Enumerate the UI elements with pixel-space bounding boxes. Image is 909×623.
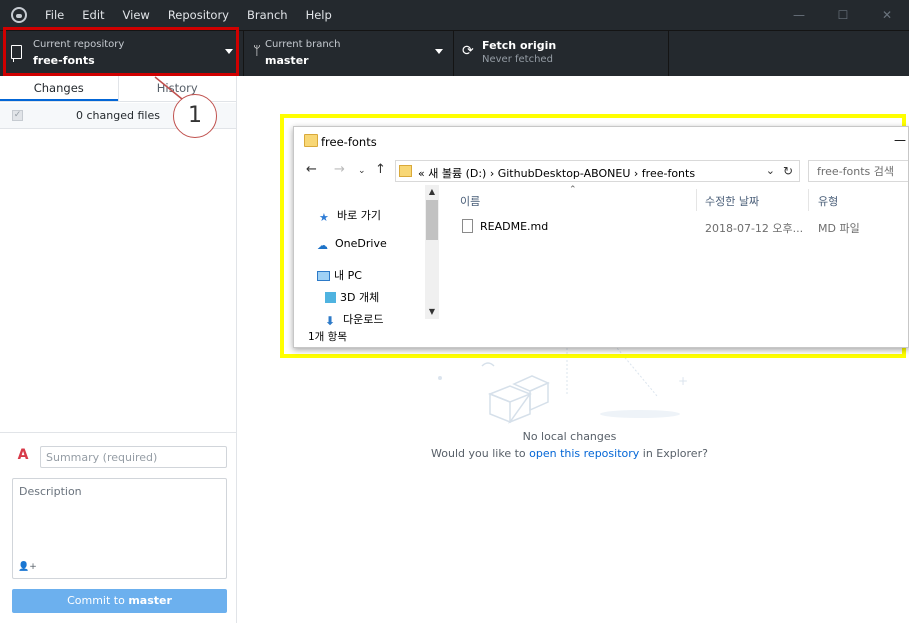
maximize-button[interactable]: ☐ — [821, 0, 865, 30]
commit-button[interactable]: Commit to master — [12, 589, 227, 613]
refresh-icon[interactable]: ↻ — [783, 164, 793, 178]
scrollbar-thumb[interactable] — [426, 200, 438, 240]
summary-input[interactable] — [40, 446, 227, 468]
explorer-search-input[interactable] — [808, 160, 908, 182]
computer-icon — [317, 271, 330, 281]
nav-item-this-pc[interactable]: 내 PC — [317, 267, 362, 283]
item-count-status: 1개 항목 — [308, 331, 347, 343]
column-name[interactable]: 이름 — [460, 193, 480, 209]
nav-item-quick-access[interactable]: ★ 바로 가기 — [319, 207, 381, 224]
highlight-box-red — [3, 27, 239, 76]
explorer-window: free-fonts — ← → ⌄ ↑ « 새 볼륨 (D:) › Githu… — [293, 126, 909, 348]
github-logo-icon — [11, 7, 27, 23]
fetch-origin-title: Fetch origin — [482, 39, 557, 52]
fetch-origin-button[interactable]: ⟳ Fetch origin Never fetched — [454, 31, 669, 76]
menu-view[interactable]: View — [114, 8, 159, 22]
add-co-author-icon[interactable]: 👤+ — [18, 562, 37, 572]
minimize-icon[interactable]: — — [894, 133, 906, 147]
title-bar: File Edit View Repository Branch Help — … — [0, 0, 909, 30]
column-type[interactable]: 유형 — [818, 193, 838, 209]
svg-text:+: + — [678, 374, 688, 388]
column-divider — [808, 189, 809, 211]
chevron-down-icon[interactable]: ⌄ — [766, 164, 775, 177]
open-explorer-prompt: Would you like to open this repository i… — [237, 447, 902, 460]
download-arrow-icon: ⬇ — [325, 314, 336, 328]
commit-button-branch: master — [128, 594, 172, 607]
current-branch-value: master — [265, 54, 309, 67]
scroll-down-icon[interactable]: ▼ — [425, 305, 439, 319]
minimize-button[interactable]: — — [777, 0, 821, 30]
current-branch-button[interactable]: ᛘ Current branch master — [244, 31, 454, 76]
avatar: A — [17, 447, 29, 463]
star-icon: ★ — [319, 211, 329, 224]
menu-help[interactable]: Help — [297, 8, 341, 22]
open-explorer-suffix: in Explorer? — [639, 447, 708, 460]
menu-bar: File Edit View Repository Branch Help — [36, 0, 341, 30]
nav-item-downloads-label: 다운로드 — [343, 313, 384, 326]
sort-ascending-icon: ⌃ — [569, 185, 577, 195]
forward-arrow-icon[interactable]: → — [334, 162, 345, 177]
address-path: « 새 볼륨 (D:) › GithubDesktop-ABONEU › fre… — [418, 167, 696, 180]
chevron-down-icon — [435, 49, 443, 54]
tab-history[interactable]: History — [117, 76, 237, 101]
sync-icon: ⟳ — [462, 43, 474, 59]
current-branch-label: Current branch — [265, 39, 341, 50]
address-bar[interactable]: « 새 볼륨 (D:) › GithubDesktop-ABONEU › fre… — [395, 160, 800, 182]
callout-number: 1 — [173, 94, 217, 138]
folder-icon — [304, 134, 318, 147]
nav-item-3d-objects-label: 3D 개체 — [340, 291, 380, 304]
navigation-pane: ★ 바로 가기 ☁ OneDrive 내 PC 3D 개체 ⬇ 다운로드 ▲ ▼ — [294, 185, 442, 328]
open-explorer-prefix: Would you like to — [431, 447, 530, 460]
fetch-origin-status: Never fetched — [482, 54, 553, 65]
document-icon — [462, 219, 473, 233]
explorer-title-bar: free-fonts — — [294, 127, 908, 157]
close-button[interactable]: ✕ — [865, 0, 909, 30]
menu-branch[interactable]: Branch — [238, 8, 297, 22]
nav-item-onedrive-label: OneDrive — [335, 237, 387, 250]
tab-changes[interactable]: Changes — [0, 76, 118, 101]
back-arrow-icon[interactable]: ← — [306, 162, 317, 177]
git-branch-icon: ᛘ — [253, 44, 261, 59]
nav-item-downloads[interactable]: ⬇ 다운로드 — [325, 311, 384, 328]
sidebar: Changes History ✓ 0 changed files A 👤+ C… — [0, 76, 237, 623]
column-divider — [696, 189, 697, 211]
cloud-icon: ☁ — [317, 239, 328, 252]
menu-repository[interactable]: Repository — [159, 8, 238, 22]
menu-edit[interactable]: Edit — [73, 8, 113, 22]
explorer-title: free-fonts — [321, 135, 377, 149]
scroll-up-icon[interactable]: ▲ — [425, 185, 439, 199]
nav-pane-scrollbar[interactable]: ▲ ▼ — [425, 185, 439, 319]
folder-icon — [399, 165, 412, 177]
no-changes-heading: No local changes — [522, 430, 617, 443]
file-type: MD 파일 — [818, 222, 860, 235]
recent-locations-icon[interactable]: ⌄ — [358, 166, 366, 176]
commit-button-prefix: Commit to — [67, 594, 129, 607]
description-input[interactable] — [12, 478, 227, 579]
menu-file[interactable]: File — [36, 8, 73, 22]
open-repository-link[interactable]: open this repository — [529, 447, 639, 460]
nav-item-this-pc-label: 내 PC — [334, 269, 362, 282]
nav-item-3d-objects[interactable]: 3D 개체 — [325, 289, 379, 305]
cube-icon — [325, 292, 336, 303]
file-date: 2018-07-12 오후... — [705, 222, 804, 235]
file-row[interactable]: README.md 2018-07-12 오후... MD 파일 — [454, 217, 904, 239]
nav-item-onedrive[interactable]: ☁ OneDrive — [317, 237, 387, 252]
up-arrow-icon[interactable]: ↑ — [375, 162, 386, 177]
nav-item-quick-access-label: 바로 가기 — [337, 209, 381, 222]
explorer-nav-bar: ← → ⌄ ↑ « 새 볼륨 (D:) › GithubDesktop-ABON… — [294, 157, 908, 185]
commit-form: A 👤+ Commit to master — [0, 432, 236, 623]
column-date-modified[interactable]: 수정한 날짜 — [705, 193, 759, 209]
file-name: README.md — [480, 220, 549, 233]
window-controls: — ☐ ✕ — [777, 0, 909, 30]
